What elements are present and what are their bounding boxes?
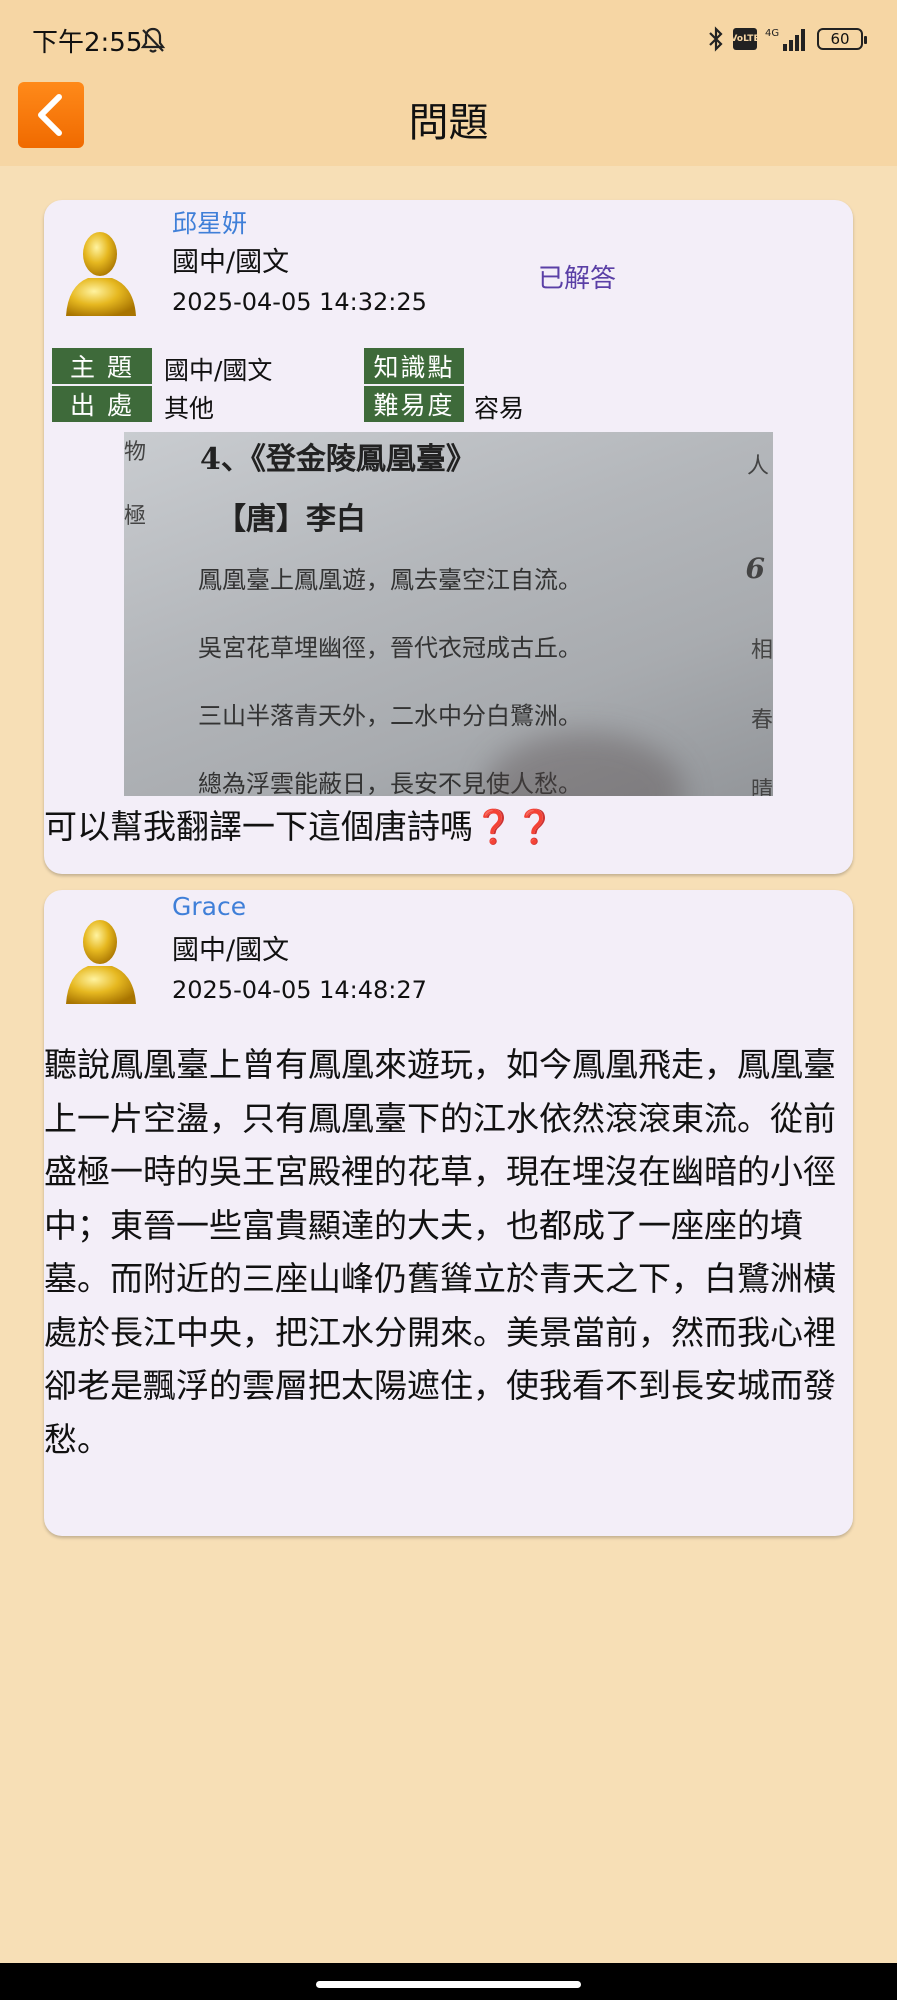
status-badge: 已解答 — [538, 264, 617, 294]
difficulty-value: 容易 — [474, 394, 525, 423]
bell-off-icon — [140, 27, 166, 53]
photo-edge-text: 春 — [750, 708, 773, 733]
photo-edge-text: 6 — [745, 552, 765, 585]
question-time: 2025-04-05 14:32:25 — [172, 288, 427, 316]
status-time: 下午2:55 — [32, 28, 143, 58]
topic-value: 國中/國文 — [164, 356, 273, 385]
avatar-icon — [66, 232, 136, 316]
photo-poem-author: 【唐】李白 — [216, 502, 366, 537]
difficulty-label: 難易度 — [364, 386, 464, 422]
photo-edge-text: 物 — [124, 440, 147, 465]
system-nav-bar — [0, 1963, 897, 2000]
question-body: 可以幫我翻譯一下這個唐詩嗎 — [44, 807, 473, 846]
source-label: 出 處 — [52, 386, 152, 422]
answer-time: 2025-04-05 14:48:27 — [172, 976, 427, 1004]
photo-edge-text: 晴 — [750, 778, 773, 796]
network-label: 4G — [765, 28, 779, 39]
photo-edge-text: 相 — [750, 638, 773, 663]
question-text: 可以幫我翻譯一下這個唐詩嗎❓❓ — [44, 800, 555, 848]
question-mark-emoji: ❓❓ — [473, 807, 556, 846]
answerer-name[interactable]: Grace — [172, 892, 246, 921]
avatar-icon — [66, 920, 136, 1004]
bluetooth-icon — [709, 26, 723, 52]
source-value: 其他 — [164, 394, 215, 423]
photo-edge-text: 人 — [746, 454, 769, 479]
photo-poem-line: 三山半落青天外，二水中分白鷺洲。 — [198, 702, 582, 730]
answer-card[interactable]: Grace 國中/國文 2025-04-05 14:48:27 聽說鳳凰臺上曾有… — [44, 890, 853, 1536]
photo-shadow — [484, 732, 684, 796]
question-card[interactable]: 邱星妍 國中/國文 2025-04-05 14:32:25 已解答 主 題 國中… — [44, 200, 853, 874]
photo-poem-title: 4、《登金陵鳳凰臺》 — [200, 442, 476, 477]
question-photo[interactable]: 物 極 人 6 相 春 晴 4、《登金陵鳳凰臺》 【唐】李白 鳳凰臺上鳳凰遊，鳳… — [124, 432, 773, 796]
battery-icon: 60 — [817, 28, 867, 50]
status-bar: 下午2:55 VoLTE 4G 60 — [0, 0, 897, 78]
topic-label: 主 題 — [52, 348, 152, 384]
answer-subject: 國中/國文 — [172, 935, 290, 966]
photo-poem-line: 吳宮花草埋幽徑，晉代衣冠成古丘。 — [198, 634, 582, 662]
volte-icon: VoLTE — [730, 28, 760, 50]
photo-poem-line: 鳳凰臺上鳳凰遊，鳳去臺空江自流。 — [198, 566, 582, 594]
signal-4g-icon: 4G — [765, 28, 805, 51]
page-title: 問題 — [408, 100, 489, 146]
home-indicator[interactable] — [316, 1981, 581, 1988]
status-icons: VoLTE 4G 60 — [707, 24, 867, 54]
asker-name[interactable]: 邱星妍 — [172, 204, 247, 240]
photo-edge-text: 極 — [124, 504, 147, 529]
answer-text: 聽說鳳凰臺上曾有鳳凰來遊玩，如今鳳凰飛走，鳳凰臺上一片空盪，只有鳳凰臺下的江水依… — [44, 1045, 836, 1459]
question-subject: 國中/國文 — [172, 247, 290, 278]
knowledge-label: 知識點 — [364, 348, 464, 384]
app-bar: 問題 — [0, 78, 897, 166]
